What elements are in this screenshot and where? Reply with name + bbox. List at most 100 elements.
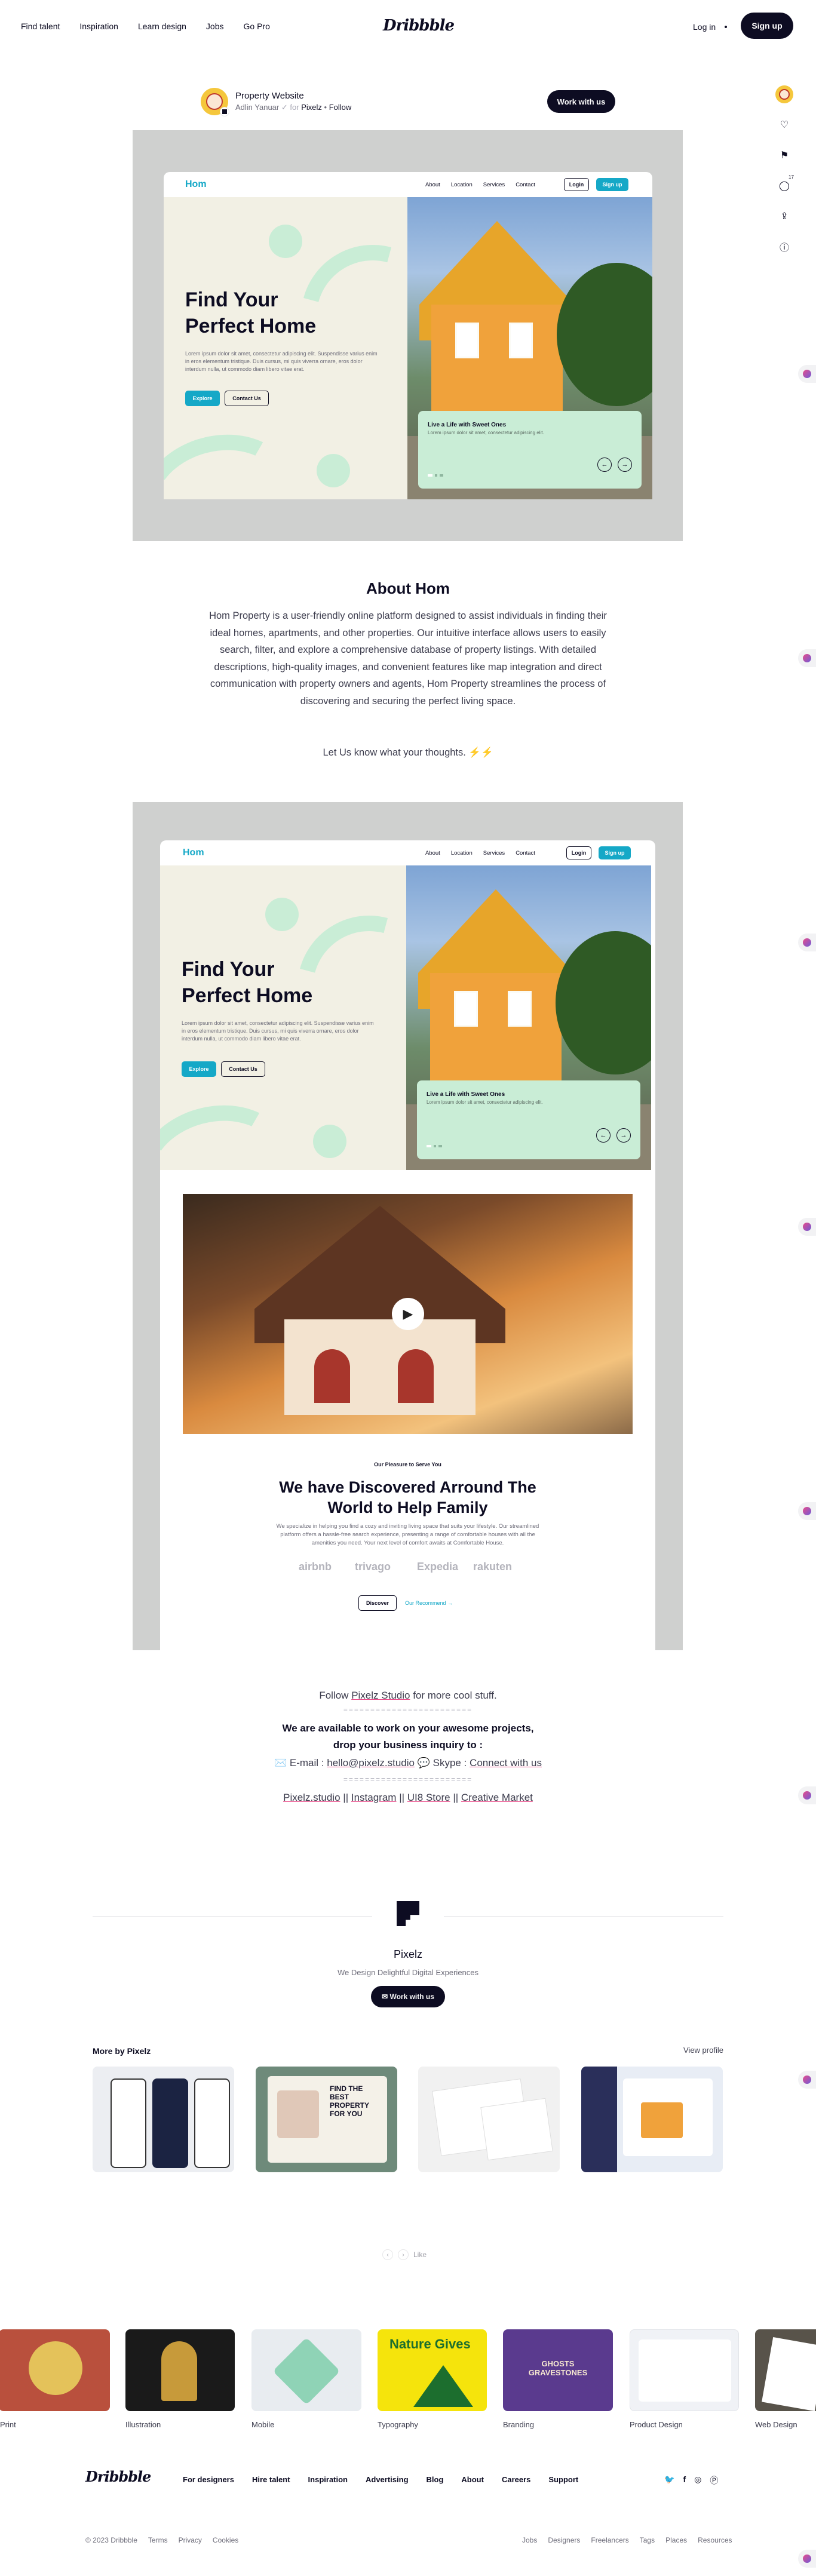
author-name[interactable]: Adlin Yanuar xyxy=(235,103,279,112)
instagram-icon[interactable]: ◎ xyxy=(694,2474,701,2486)
card-title: Live a Life with Sweet Ones xyxy=(428,422,507,428)
skype-link[interactable]: Connect with us xyxy=(470,1757,542,1768)
twitter-icon[interactable]: 🐦 xyxy=(664,2474,674,2486)
bookmark-icon[interactable]: ⚑ xyxy=(775,146,793,164)
separator-line: ======================== xyxy=(343,1706,473,1714)
pager-next-icon[interactable]: › xyxy=(398,2249,409,2260)
shot-image-1[interactable]: Hom About Location Services Contact Logi… xyxy=(133,130,683,541)
info-icon[interactable]: ⓘ xyxy=(775,238,793,256)
category-label-print[interactable]: Print xyxy=(0,2420,16,2429)
card-text: Lorem ipsum dolor sit amet, consectetur … xyxy=(427,1100,543,1105)
footer-logo[interactable]: Dribbble xyxy=(85,2468,151,2485)
category-label-product-design[interactable]: Product Design xyxy=(630,2420,683,2429)
category-product-design[interactable] xyxy=(630,2329,739,2411)
category-typography[interactable]: Nature Gives xyxy=(378,2329,487,2411)
team-name[interactable]: Pixelz xyxy=(301,103,322,112)
signup-button[interactable]: Sign up xyxy=(741,13,793,39)
facebook-icon[interactable]: f xyxy=(683,2474,686,2486)
profile-name[interactable]: Pixelz xyxy=(0,1948,816,1961)
mobile-art-icon xyxy=(272,2337,340,2405)
category-print[interactable] xyxy=(0,2329,110,2411)
pager-prev-icon[interactable]: ‹ xyxy=(382,2249,393,2260)
footer-terms-link[interactable]: Terms xyxy=(148,2536,168,2544)
ui8-store-link[interactable]: UI8 Store xyxy=(407,1792,450,1803)
hero-text: Lorem ipsum dolor sit amet, consectetur … xyxy=(182,1020,374,1042)
footer-link-support[interactable]: Support xyxy=(548,2475,578,2484)
follow-link[interactable]: Follow xyxy=(329,103,352,112)
footer-freelancers-link[interactable]: Freelancers xyxy=(591,2536,628,2544)
shot-thumbnail[interactable] xyxy=(93,2067,234,2172)
category-label-branding[interactable]: Branding xyxy=(503,2420,534,2429)
heart-icon[interactable]: ♡ xyxy=(775,116,793,134)
footer-link-inspiration[interactable]: Inspiration xyxy=(308,2475,348,2484)
follow-line: Follow Pixelz Studio for more cool stuff… xyxy=(0,1690,816,1702)
footer-privacy-link[interactable]: Privacy xyxy=(179,2536,202,2544)
explore-button: Explore xyxy=(185,391,220,406)
share-icon[interactable]: ⇪ xyxy=(775,207,793,225)
floating-badge-icon[interactable] xyxy=(798,934,816,951)
pixelz-studio-site-link[interactable]: Pixelz.studio xyxy=(283,1792,340,1803)
footer-designers-link[interactable]: Designers xyxy=(548,2536,580,2544)
pixelz-logo-icon[interactable] xyxy=(397,1901,419,1926)
profile-avatar[interactable] xyxy=(775,85,793,103)
house-window xyxy=(455,323,479,358)
work-with-us-button[interactable]: Work with us xyxy=(547,90,615,113)
nav-link-jobs[interactable]: Jobs xyxy=(206,22,224,31)
comment-icon[interactable]: ◯ 17 xyxy=(775,174,794,195)
shot-thumbnail[interactable] xyxy=(581,2067,723,2172)
category-web-design[interactable] xyxy=(755,2329,816,2411)
creative-market-link[interactable]: Creative Market xyxy=(461,1792,533,1803)
category-illustration[interactable] xyxy=(125,2329,235,2411)
nav-link-inspiration[interactable]: Inspiration xyxy=(79,22,118,31)
footer-link-advertising[interactable]: Advertising xyxy=(366,2475,409,2484)
footer-link-careers[interactable]: Careers xyxy=(502,2475,530,2484)
comment-count: 17 xyxy=(789,174,794,180)
floating-badge-icon[interactable] xyxy=(798,1502,816,1520)
footer-link-blog[interactable]: Blog xyxy=(427,2475,444,2484)
floating-badge-icon[interactable] xyxy=(798,1218,816,1236)
card-prev-icon: ← xyxy=(597,458,612,472)
floating-badge-icon[interactable] xyxy=(798,365,816,383)
instagram-link[interactable]: Instagram xyxy=(351,1792,397,1803)
nav-link-find-talent[interactable]: Find talent xyxy=(21,22,60,31)
footer-cookies-link[interactable]: Cookies xyxy=(213,2536,238,2544)
footer-places-link[interactable]: Places xyxy=(665,2536,687,2544)
brand-trivago: trivago xyxy=(355,1561,391,1573)
footer-link-hire-talent[interactable]: Hire talent xyxy=(252,2475,290,2484)
like-label[interactable]: Like xyxy=(413,2250,427,2259)
login-link[interactable]: Log in xyxy=(693,22,716,32)
print-art-icon xyxy=(29,2341,82,2395)
category-label-illustration[interactable]: Illustration xyxy=(125,2420,161,2429)
mockup-signup-button: Sign up xyxy=(596,178,628,191)
divider-right xyxy=(444,1916,723,1917)
category-label-mobile[interactable]: Mobile xyxy=(251,2420,274,2429)
floating-badge-icon[interactable] xyxy=(798,2071,816,2089)
category-label-typography[interactable]: Typography xyxy=(378,2420,418,2429)
category-mobile[interactable] xyxy=(251,2329,361,2411)
floating-badge-icon[interactable] xyxy=(798,649,816,667)
nav-link-learn-design[interactable]: Learn design xyxy=(138,22,186,31)
pixelz-studio-link[interactable]: Pixelz Studio xyxy=(351,1690,410,1701)
email-link[interactable]: hello@pixelz.studio xyxy=(327,1757,415,1768)
shot-image-2[interactable]: Hom About Location Services Contact Logi… xyxy=(133,802,683,1650)
shot-byline: Adlin Yanuar ✓ for Pixelz • Follow xyxy=(235,103,351,112)
footer-tags-link[interactable]: Tags xyxy=(640,2536,655,2544)
profile-work-button[interactable]: ✉ Work with us xyxy=(371,1986,445,2007)
play-icon: ▶ xyxy=(392,1298,424,1330)
pinterest-icon[interactable]: Ⓟ xyxy=(710,2474,718,2486)
footer-jobs-link[interactable]: Jobs xyxy=(522,2536,537,2544)
floating-badge-icon[interactable] xyxy=(798,2550,816,2568)
mockup-nav: Hom About Location Services Contact Logi… xyxy=(160,840,655,865)
footer-link-about[interactable]: About xyxy=(461,2475,484,2484)
view-profile-link[interactable]: View profile xyxy=(683,2046,723,2055)
category-label-web-design[interactable]: Web Design xyxy=(755,2420,797,2429)
dribbble-logo[interactable]: Dribbble xyxy=(383,17,455,35)
shot-thumbnail[interactable]: FIND THE BEST PROPERTY FOR YOU xyxy=(256,2067,397,2172)
copyright: © 2023 Dribbble xyxy=(85,2536,137,2544)
category-branding[interactable]: GHOSTS GRAVESTONES xyxy=(503,2329,613,2411)
thumb-headline: FIND THE BEST PROPERTY FOR YOU xyxy=(330,2084,369,2118)
nav-link-go-pro[interactable]: Go Pro xyxy=(244,22,270,31)
footer-link-for-designers[interactable]: For designers xyxy=(183,2475,234,2484)
shot-thumbnail[interactable] xyxy=(418,2067,560,2172)
footer-resources-link[interactable]: Resources xyxy=(698,2536,732,2544)
